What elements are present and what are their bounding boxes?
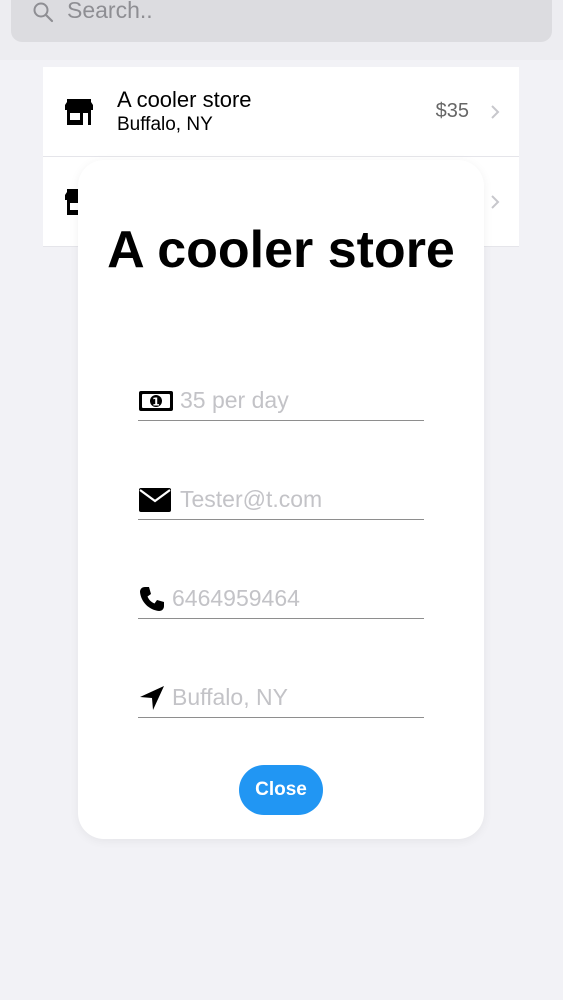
price-field[interactable]: 1 35 per day: [138, 381, 424, 421]
search-input[interactable]: [67, 0, 467, 24]
list-item[interactable]: A cooler store Buffalo, NY $35: [43, 67, 519, 157]
location-field[interactable]: Buffalo, NY: [138, 678, 424, 718]
price-value: 35 per day: [180, 387, 289, 413]
close-button[interactable]: Close: [239, 765, 323, 815]
store-icon: [65, 99, 93, 125]
phone-field[interactable]: 6464959464: [138, 579, 424, 619]
store-price: $35: [435, 100, 469, 122]
search-icon: [33, 2, 54, 23]
phone-value: 6464959464: [172, 585, 300, 611]
store-detail-modal: A cooler store 1 35 per day Tester@t.com…: [78, 160, 484, 839]
modal-title: A cooler store: [107, 221, 455, 279]
search-header: [0, 0, 563, 60]
store-location: Buffalo, NY: [117, 114, 213, 135]
email-value: Tester@t.com: [180, 486, 323, 512]
money-icon: 1: [139, 390, 173, 411]
search-bar[interactable]: [11, 0, 552, 42]
phone-icon: [140, 586, 164, 611]
location-value: Buffalo, NY: [172, 684, 288, 710]
chevron-right-icon: [491, 195, 500, 209]
email-field[interactable]: Tester@t.com: [138, 480, 424, 520]
mail-icon: [139, 487, 171, 512]
store-title: A cooler store: [117, 87, 252, 112]
chevron-right-icon: [491, 105, 500, 119]
location-arrow-icon: [140, 685, 164, 710]
svg-text:1: 1: [152, 395, 160, 408]
